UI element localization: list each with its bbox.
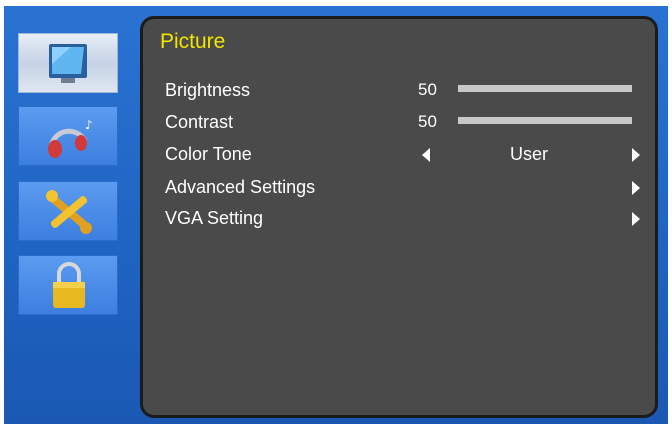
arrow-left-icon[interactable] (422, 148, 430, 162)
osd-screen: ♪ Picture Brightness 50 Contrast 50 Colo… (0, 0, 672, 428)
vga-setting-row[interactable]: VGA Setting (160, 208, 650, 236)
arrow-right-icon[interactable] (632, 212, 640, 226)
contrast-label: Contrast (165, 112, 234, 132)
color-tone-row[interactable]: Color Tone User (160, 144, 650, 172)
lock-icon (53, 262, 85, 308)
arrow-right-icon[interactable] (632, 148, 640, 162)
contrast-value: 50 (418, 112, 437, 131)
vga-setting-label: VGA Setting (165, 208, 264, 228)
sidebar-item-setup[interactable] (18, 181, 118, 241)
tools-icon (46, 190, 92, 234)
sidebar-item-picture[interactable] (18, 33, 118, 93)
advanced-settings-row[interactable]: Advanced Settings (160, 177, 650, 205)
arrow-right-icon[interactable] (632, 181, 640, 195)
monitor-icon (49, 44, 87, 83)
brightness-value: 50 (418, 80, 437, 99)
sidebar-item-audio[interactable]: ♪ (18, 106, 118, 166)
brightness-label: Brightness (165, 80, 251, 100)
panel-title: Picture (160, 30, 226, 53)
headphones-icon: ♪ (48, 118, 93, 158)
contrast-slider[interactable] (458, 117, 632, 124)
svg-text:♪: ♪ (85, 118, 93, 132)
brightness-row[interactable]: Brightness 50 (160, 80, 650, 108)
contrast-slider-fill (458, 117, 545, 124)
color-tone-value: User (510, 144, 549, 164)
advanced-settings-label: Advanced Settings (165, 177, 316, 197)
brightness-slider[interactable] (458, 85, 632, 92)
contrast-row[interactable]: Contrast 50 (160, 112, 650, 140)
sidebar-item-lock[interactable] (18, 255, 118, 315)
color-tone-label: Color Tone (165, 144, 252, 164)
brightness-slider-fill (458, 85, 545, 92)
